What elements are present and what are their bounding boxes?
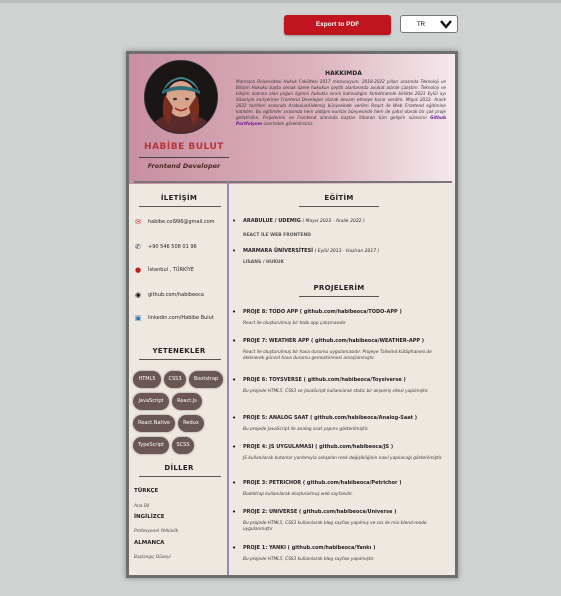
bullet-icon: • (232, 217, 237, 225)
education-detail: LİSANS / HUKUK (243, 260, 285, 265)
contact-linkedin-text: linkedin.com/Habibe Bulut (148, 315, 214, 321)
browser-top-bar (0, 0, 561, 3)
bullet-icon: • (232, 247, 237, 255)
skill-badge: Redux (178, 415, 204, 432)
project-title[interactable]: PROJE 8: TODO APP ( github.com/habibeoca… (243, 309, 402, 315)
project-title[interactable]: PROJE 5: ANALOG SAAT ( github.com/habibe… (243, 415, 417, 421)
education-title-line (299, 206, 379, 207)
project-description: Bu projede HTML5, CSS3 ve JavaScript kul… (243, 389, 429, 394)
avatar (144, 60, 218, 134)
skills-title: YETENEKLER (152, 347, 206, 355)
language-name: ALMANCA (134, 540, 165, 546)
cv-header: HABİBE BULUT Frontend Developer HAKKIMDA… (129, 54, 455, 184)
github-icon: ◉ (134, 291, 142, 299)
contact-email-text: habibe.col996@gmail.com (148, 219, 215, 225)
about-text-end: üzerinden görebilirsiniz. (263, 121, 314, 126)
project-title[interactable]: PROJE 1: YANKI ( github.com/habibeoca/Ya… (243, 545, 375, 551)
contact-phone-text: +90 546 508 01 96 (148, 244, 197, 250)
about-text: Marmara Üniversitesi Hukuk Fakültesi 201… (236, 79, 446, 127)
contact-location-text: İstanbul , TÜRKİYE (148, 267, 194, 273)
language-level: Ana Dil (134, 504, 150, 509)
project-description: Bu projede HTML5, CSS3 kullanılarak blog… (243, 521, 427, 533)
project-description: JS kullanılarak butonlar yardımıyla arka… (243, 456, 443, 461)
bullet-icon: • (232, 308, 237, 316)
project-title[interactable]: PROJE 2: UNIVERSE ( github.com/habibeoca… (243, 509, 396, 515)
language-name: İNGİLİZCE (134, 514, 165, 520)
education-title: EĞİTİM (324, 194, 354, 202)
about-title: HAKKIMDA (325, 70, 362, 77)
contact-github-text: github.com/habibeoca (148, 292, 204, 298)
project-title[interactable]: PROJE 7: WEATHER APP ( github.com/habibe… (243, 338, 424, 344)
education-dates: ( Mayıs 2022 - Aralık 2022 ) (302, 219, 365, 224)
skill-badge: Bootstrap (189, 371, 223, 388)
profile-role: Frontend Developer (147, 162, 221, 170)
project-description: React ile oluşturulmuş bir hava durumu u… (243, 350, 432, 362)
languages-title-line (139, 476, 221, 477)
phone-icon: ✆ (135, 243, 141, 251)
location-icon: ● (134, 266, 142, 274)
bullet-icon: • (232, 414, 237, 422)
chevron-down-icon (439, 18, 453, 38)
bullet-icon: • (232, 376, 237, 384)
mail-icon: ✉ (135, 218, 141, 226)
name-divider (139, 157, 229, 158)
education-school: ARABULUE / UDEMIG (243, 218, 301, 224)
projects-title: PROJELERİM (313, 284, 365, 292)
linkedin-icon: ▣ (134, 314, 142, 322)
education-dates: ( Eylül 2013 - Haziran 2017 ) (314, 249, 380, 254)
language-select-value: TR (417, 22, 425, 28)
project-description: Bootstrap kullanılarak oluşturulmuş web … (243, 492, 353, 497)
language-level: Profesyonel Yetkinlik (134, 529, 179, 534)
project-description: React ile oluşturulmuş bir todo app çalı… (243, 321, 347, 326)
contact-title-line (139, 206, 221, 207)
bullet-icon: • (232, 479, 237, 487)
language-name: TÜRKÇE (134, 488, 159, 494)
education-school: MARMARA ÜNİVERSİTESİ (243, 248, 313, 254)
project-title[interactable]: PROJE 3: PETRICHOR ( github.com/habibeoc… (243, 480, 402, 486)
skill-badge: React.Js (172, 393, 202, 410)
about-text-body: Marmara Üniversitesi Hukuk Fakültesi 201… (236, 79, 446, 120)
skill-badge: CSS3 (164, 371, 186, 388)
header-divider (134, 181, 452, 183)
project-description: Bu projede HTML5, CSS3 kullanılarak blog… (243, 557, 375, 562)
bullet-icon: • (232, 337, 237, 345)
bullet-icon: • (232, 544, 237, 552)
project-description: Bu projede JavaScript ile analog saat ya… (243, 427, 369, 432)
cv-page: HABİBE BULUT Frontend Developer HAKKIMDA… (126, 51, 458, 578)
skill-badge: JavaScript (133, 393, 169, 410)
column-divider (227, 182, 229, 575)
bullet-icon: • (232, 443, 237, 451)
skill-badge: HTML5 (133, 371, 161, 388)
skill-badge: SCSS (172, 437, 194, 454)
skill-badge: React.Native (133, 415, 175, 432)
education-detail: REACT İLE WEB FRONTEND (243, 233, 311, 238)
language-select[interactable]: TR (400, 15, 458, 33)
project-title[interactable]: PROJE 6: TOYSVERSE ( github.com/habibeoc… (243, 377, 406, 383)
projects-title-line (299, 296, 379, 297)
contact-title: İLETİŞİM (160, 194, 198, 202)
project-title[interactable]: PROJE 4: JS UYGULAMASI ( github.com/habi… (243, 444, 393, 450)
skill-badge: TypeScript (133, 437, 169, 454)
language-level: Başlangıç Düzeyi (134, 555, 171, 560)
skills-title-line (139, 359, 221, 360)
bullet-icon: • (232, 508, 237, 516)
profile-name: HABİBE BULUT (144, 142, 224, 152)
export-pdf-button[interactable]: Export to PDF (284, 15, 391, 35)
languages-title: DİLLER (164, 464, 194, 472)
